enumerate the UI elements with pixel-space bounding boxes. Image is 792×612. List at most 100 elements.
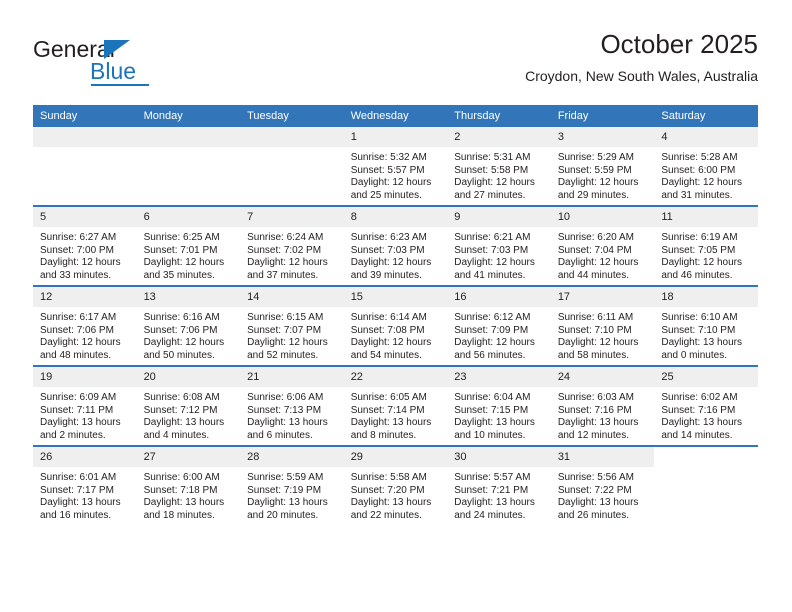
day-cell-inner: [136, 127, 241, 205]
day-details: Sunrise: 6:12 AM Sunset: 7:09 PM Daylight:…: [447, 307, 551, 362]
day-cell-inner: 28 Sunrise: 5:59 AM Sunset: 7:19 PM Dayligh…: [240, 447, 344, 525]
detail-daylight-line2: and 50 minutes.: [143, 349, 215, 361]
day-details: Sunrise: 6:04 AM Sunset: 7:15 PM Daylight:…: [447, 387, 551, 442]
day-details: Sunrise: 6:17 AM Sunset: 7:06 PM Daylight:…: [33, 307, 137, 362]
day-number: 27: [136, 447, 241, 467]
calendar-day-cell[interactable]: 22 Sunrise: 6:05 AM Sunset: 7:14 PM Dayligh…: [343, 365, 448, 446]
calendar-day-cell[interactable]: 5 Sunrise: 6:27 AM Sunset: 7:00 PM Daylight…: [33, 205, 137, 286]
calendar-day-cell[interactable]: 21 Sunrise: 6:06 AM Sunset: 7:13 PM Dayligh…: [240, 365, 344, 446]
calendar-day-cell[interactable]: 25 Sunrise: 6:02 AM Sunset: 7:16 PM Dayligh…: [654, 365, 758, 446]
day-cell-inner: 17 Sunrise: 6:11 AM Sunset: 7:10 PM Dayligh…: [550, 287, 655, 365]
detail-sunset: Sunset: 7:03 PM: [350, 244, 425, 256]
calendar-day-cell[interactable]: 1 Sunrise: 5:32 AM Sunset: 5:57 PM Daylight…: [343, 127, 448, 206]
detail-sunset: Sunset: 5:57 PM: [350, 164, 425, 176]
calendar-day-cell[interactable]: 8 Sunrise: 6:23 AM Sunset: 7:03 PM Daylight…: [343, 205, 448, 286]
detail-daylight-line2: and 6 minutes.: [247, 429, 313, 441]
day-number: 17: [550, 287, 655, 307]
day-cell-inner: 11 Sunrise: 6:19 AM Sunset: 7:05 PM Dayligh…: [654, 207, 758, 285]
calendar-day-cell[interactable]: 17 Sunrise: 6:11 AM Sunset: 7:10 PM Dayligh…: [550, 285, 655, 366]
detail-daylight-line1: Daylight: 13 hours: [143, 417, 225, 429]
page-header: General Blue October 2025 Croydon, New S…: [33, 28, 758, 100]
day-cell-inner: 23 Sunrise: 6:04 AM Sunset: 7:15 PM Dayligh…: [447, 367, 551, 445]
day-cell-inner: 18 Sunrise: 6:10 AM Sunset: 7:10 PM Dayligh…: [654, 287, 758, 365]
weekday-header-saturday: Saturday: [654, 105, 758, 127]
calendar-day-cell[interactable]: 28 Sunrise: 5:59 AM Sunset: 7:19 PM Dayligh…: [240, 445, 344, 525]
detail-sunset: Sunset: 7:12 PM: [143, 404, 218, 416]
calendar-day-cell[interactable]: 4 Sunrise: 5:28 AM Sunset: 6:00 PM Daylight…: [654, 127, 758, 206]
detail-daylight-line2: and 24 minutes.: [454, 509, 526, 521]
calendar-day-cell[interactable]: 29 Sunrise: 5:58 AM Sunset: 7:20 PM Dayligh…: [343, 445, 448, 525]
day-number: 22: [343, 367, 448, 387]
detail-daylight-line1: Daylight: 12 hours: [557, 177, 639, 189]
detail-daylight-line1: Daylight: 12 hours: [661, 177, 742, 189]
detail-daylight-line1: Daylight: 12 hours: [661, 257, 742, 269]
day-cell-inner: 22 Sunrise: 6:05 AM Sunset: 7:14 PM Dayligh…: [343, 367, 448, 445]
calendar-day-cell[interactable]: 15 Sunrise: 6:14 AM Sunset: 7:08 PM Dayligh…: [343, 285, 448, 366]
detail-sunrise: Sunrise: 5:32 AM: [350, 152, 427, 163]
day-number: 13: [136, 287, 241, 307]
calendar-day-cell[interactable]: 13 Sunrise: 6:16 AM Sunset: 7:06 PM Dayligh…: [136, 285, 241, 366]
day-cell-inner: 15 Sunrise: 6:14 AM Sunset: 7:08 PM Dayligh…: [343, 287, 448, 365]
calendar-day-cell[interactable]: 26 Sunrise: 6:01 AM Sunset: 7:17 PM Dayligh…: [33, 445, 137, 525]
calendar-day-cell[interactable]: 9 Sunrise: 6:21 AM Sunset: 7:03 PM Daylight…: [447, 205, 551, 286]
calendar-day-cell[interactable]: 20 Sunrise: 6:08 AM Sunset: 7:12 PM Dayligh…: [136, 365, 241, 446]
day-number: 7: [240, 207, 344, 227]
detail-daylight-line1: Daylight: 13 hours: [40, 497, 121, 509]
logo-text-blue: Blue: [90, 58, 137, 84]
day-details: Sunrise: 6:27 AM Sunset: 7:00 PM Daylight:…: [33, 227, 137, 282]
detail-sunset: Sunset: 7:18 PM: [143, 484, 218, 496]
day-number: 23: [447, 367, 551, 387]
calendar-day-cell[interactable]: 30 Sunrise: 5:57 AM Sunset: 7:21 PM Dayligh…: [447, 445, 551, 525]
calendar-day-cell[interactable]: 14 Sunrise: 6:15 AM Sunset: 7:07 PM Dayligh…: [240, 285, 344, 366]
calendar-day-cell[interactable]: 6 Sunrise: 6:25 AM Sunset: 7:01 PM Daylight…: [136, 205, 241, 286]
calendar-day-cell[interactable]: 7 Sunrise: 6:24 AM Sunset: 7:02 PM Daylight…: [240, 205, 344, 286]
calendar-day-cell[interactable]: 16 Sunrise: 6:12 AM Sunset: 7:09 PM Dayligh…: [447, 285, 551, 366]
calendar-day-cell[interactable]: 11 Sunrise: 6:19 AM Sunset: 7:05 PM Dayligh…: [654, 205, 758, 286]
detail-daylight-line2: and 39 minutes.: [350, 269, 422, 281]
day-number: 31: [550, 447, 655, 467]
calendar-day-cell[interactable]: 24 Sunrise: 6:03 AM Sunset: 7:16 PM Dayligh…: [550, 365, 655, 446]
day-details: Sunrise: 5:56 AM Sunset: 7:22 PM Daylight:…: [551, 467, 655, 522]
detail-daylight-line1: Daylight: 13 hours: [40, 417, 121, 429]
day-details: Sunrise: 5:29 AM Sunset: 5:59 PM Daylight:…: [551, 147, 655, 202]
day-number: 16: [447, 287, 551, 307]
detail-sunset: Sunset: 7:07 PM: [247, 324, 322, 336]
calendar-day-cell[interactable]: 23 Sunrise: 6:04 AM Sunset: 7:15 PM Dayligh…: [447, 365, 551, 446]
detail-sunset: Sunset: 7:00 PM: [40, 244, 114, 256]
detail-daylight-line1: Daylight: 12 hours: [454, 257, 535, 269]
detail-sunset: Sunset: 7:11 PM: [40, 404, 114, 416]
detail-sunset: Sunset: 5:59 PM: [557, 164, 632, 176]
calendar-day-cell[interactable]: 18 Sunrise: 6:10 AM Sunset: 7:10 PM Dayligh…: [654, 285, 758, 366]
calendar-day-cell[interactable]: 12 Sunrise: 6:17 AM Sunset: 7:06 PM Dayligh…: [33, 285, 137, 366]
day-cell-inner: 10 Sunrise: 6:20 AM Sunset: 7:04 PM Dayligh…: [550, 207, 655, 285]
calendar-week-row: 1 Sunrise: 5:32 AM Sunset: 5:57 PM Daylight…: [33, 127, 758, 206]
day-cell-inner: 13 Sunrise: 6:16 AM Sunset: 7:06 PM Dayligh…: [136, 287, 241, 365]
day-details: Sunrise: 6:20 AM Sunset: 7:04 PM Daylight:…: [551, 227, 655, 282]
calendar-day-cell[interactable]: 2 Sunrise: 5:31 AM Sunset: 5:58 PM Daylight…: [447, 127, 551, 206]
detail-daylight-line1: Daylight: 13 hours: [247, 497, 328, 509]
general-blue-logo: General Blue: [33, 36, 213, 92]
day-cell-inner: [33, 127, 137, 205]
calendar-day-cell[interactable]: 27 Sunrise: 6:00 AM Sunset: 7:18 PM Dayligh…: [136, 445, 241, 525]
calendar-day-cell[interactable]: 19 Sunrise: 6:09 AM Sunset: 7:11 PM Dayligh…: [33, 365, 137, 446]
detail-sunrise: Sunrise: 6:23 AM: [350, 232, 427, 243]
day-number: [33, 127, 137, 147]
calendar-day-cell[interactable]: 3 Sunrise: 5:29 AM Sunset: 5:59 PM Daylight…: [550, 127, 655, 206]
detail-daylight-line2: and 33 minutes.: [40, 269, 112, 281]
day-number: 21: [240, 367, 344, 387]
detail-daylight-line1: Daylight: 12 hours: [247, 257, 328, 269]
weekday-header-friday: Friday: [550, 105, 655, 127]
detail-daylight-line1: Daylight: 13 hours: [350, 497, 432, 509]
detail-sunrise: Sunrise: 6:25 AM: [143, 232, 220, 243]
calendar-week-row: 5 Sunrise: 6:27 AM Sunset: 7:00 PM Daylight…: [33, 205, 758, 286]
calendar-cell-empty: [136, 127, 241, 206]
day-number: 12: [33, 287, 137, 307]
calendar-day-cell[interactable]: 10 Sunrise: 6:20 AM Sunset: 7:04 PM Dayligh…: [550, 205, 655, 286]
detail-sunset: Sunset: 7:17 PM: [40, 484, 114, 496]
detail-daylight-line2: and 12 minutes.: [557, 429, 629, 441]
day-cell-inner: 26 Sunrise: 6:01 AM Sunset: 7:17 PM Dayligh…: [33, 447, 137, 525]
day-cell-inner: 9 Sunrise: 6:21 AM Sunset: 7:03 PM Daylight…: [447, 207, 551, 285]
calendar-day-cell[interactable]: 31 Sunrise: 5:56 AM Sunset: 7:22 PM Dayligh…: [550, 445, 655, 525]
detail-daylight-line2: and 58 minutes.: [557, 349, 629, 361]
detail-daylight-line1: Daylight: 12 hours: [454, 337, 535, 349]
